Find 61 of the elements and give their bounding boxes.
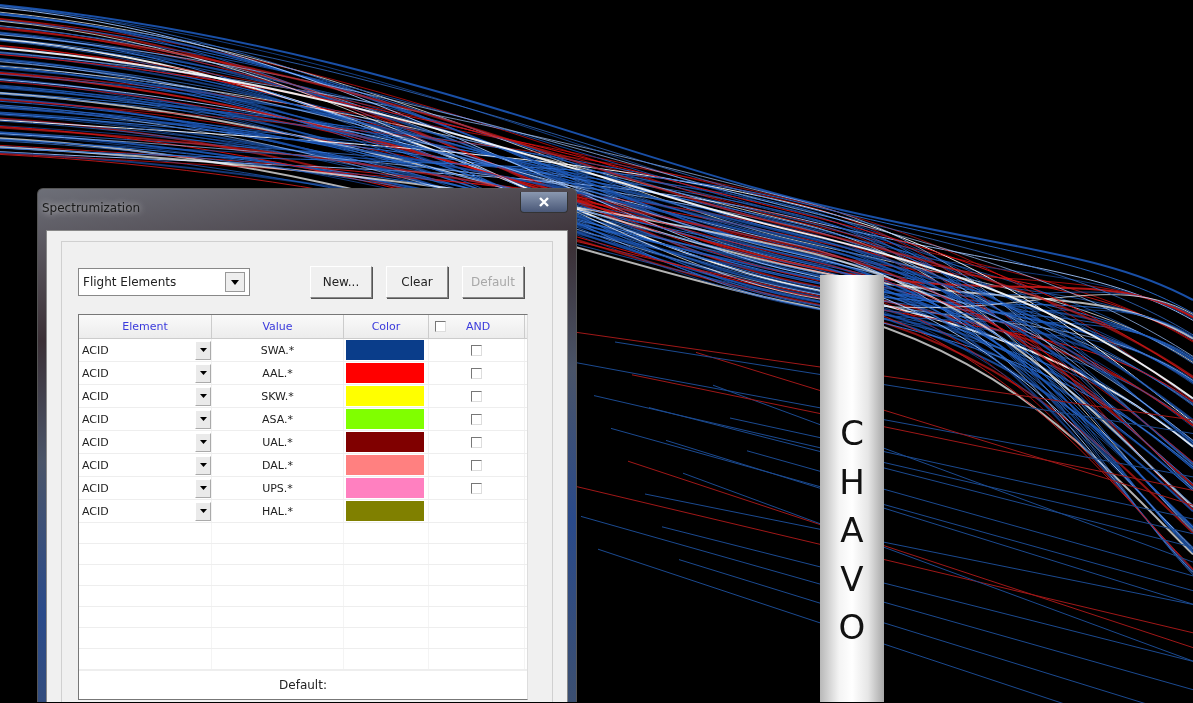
caret-icon bbox=[199, 417, 207, 421]
and-checkbox[interactable] bbox=[471, 367, 482, 379]
value-cell: DAL.* bbox=[262, 458, 293, 472]
dropdown-button[interactable] bbox=[195, 501, 211, 521]
value-cell: ASA.* bbox=[261, 412, 293, 426]
element-cell: ACID bbox=[82, 504, 109, 518]
close-icon bbox=[538, 196, 550, 208]
caret-icon bbox=[231, 279, 239, 285]
element-cell: ACID bbox=[82, 343, 109, 357]
element-cell: ACID bbox=[82, 458, 109, 472]
dialog-button[interactable]: Clear bbox=[386, 266, 448, 298]
caret-icon bbox=[199, 348, 207, 352]
dropdown-button[interactable] bbox=[195, 340, 211, 360]
window-title: Spectrumization bbox=[42, 200, 141, 215]
caret-icon bbox=[199, 394, 207, 398]
color-swatch[interactable] bbox=[346, 455, 424, 475]
and-checkbox[interactable] bbox=[471, 436, 482, 448]
value-cell: UPS.* bbox=[262, 481, 293, 495]
caret-icon bbox=[199, 486, 207, 490]
column-header: Value bbox=[212, 315, 344, 338]
element-cell: ACID bbox=[82, 435, 109, 449]
color-swatch[interactable] bbox=[346, 363, 424, 383]
close-button[interactable] bbox=[520, 192, 568, 213]
select-all-checkbox[interactable] bbox=[435, 321, 446, 332]
color-swatch[interactable] bbox=[346, 478, 424, 498]
dropdown-button[interactable] bbox=[195, 478, 211, 498]
and-checkbox[interactable] bbox=[471, 413, 482, 425]
color-swatch[interactable] bbox=[346, 409, 424, 429]
color-swatch[interactable] bbox=[346, 340, 424, 360]
element-cell: ACID bbox=[82, 389, 109, 403]
caret-icon bbox=[199, 463, 207, 467]
caret-icon bbox=[199, 371, 207, 375]
caret-icon bbox=[199, 509, 207, 513]
dropdown-button[interactable] bbox=[195, 363, 211, 383]
default-label: Default: bbox=[79, 670, 527, 699]
value-cell: SWA.* bbox=[260, 343, 295, 357]
column-header: AND bbox=[466, 320, 491, 333]
caret-icon bbox=[199, 440, 207, 444]
fix-name-label: CHAVO bbox=[837, 412, 867, 650]
dialog-button[interactable]: New... bbox=[310, 266, 372, 298]
and-checkbox[interactable] bbox=[471, 390, 482, 402]
column-header: Element bbox=[79, 315, 212, 338]
and-checkbox[interactable] bbox=[471, 344, 482, 356]
element-cell: ACID bbox=[82, 481, 109, 495]
dropdown-button[interactable] bbox=[195, 386, 211, 406]
value-cell: SKW.* bbox=[261, 389, 294, 403]
value-cell: AAL.* bbox=[262, 366, 293, 380]
and-checkbox[interactable] bbox=[471, 459, 482, 471]
dropdown-button[interactable] bbox=[195, 409, 211, 429]
value-cell: HAL.* bbox=[262, 504, 293, 518]
color-swatch[interactable] bbox=[346, 501, 424, 521]
color-swatch[interactable] bbox=[346, 432, 424, 452]
column-header: Color bbox=[344, 315, 429, 338]
value-cell: UAL.* bbox=[262, 435, 293, 449]
element-cell: ACID bbox=[82, 412, 109, 426]
category-dropdown[interactable]: Flight Elements bbox=[78, 268, 250, 296]
dropdown-button[interactable] bbox=[195, 455, 211, 475]
and-checkbox[interactable] bbox=[471, 482, 482, 494]
color-swatch[interactable] bbox=[346, 386, 424, 406]
element-cell: ACID bbox=[82, 366, 109, 380]
dropdown-button[interactable] bbox=[195, 432, 211, 452]
